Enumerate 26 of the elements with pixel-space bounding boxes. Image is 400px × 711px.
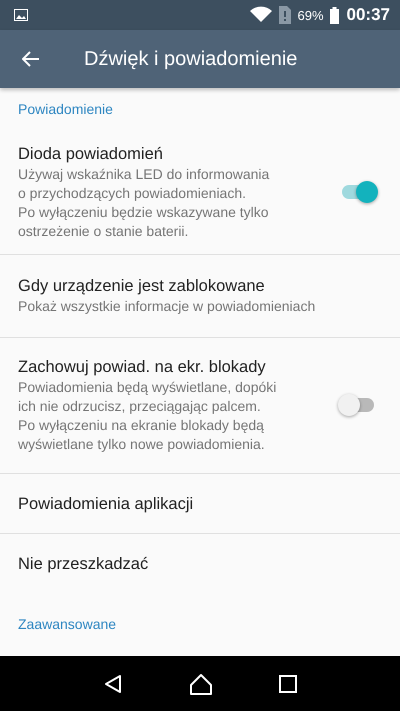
section-header: Powiadomienie [17, 100, 114, 119]
item-title: Gdy urządzenie jest zablokowane [18, 276, 265, 297]
battery-percent: 69% [297, 8, 324, 22]
wifi-icon [249, 6, 274, 24]
clock: 00:37 [346, 5, 390, 25]
item-summary: Pokaż wszystkie informacje w powiadomieniach [18, 297, 316, 316]
settings-item[interactable]: Gdy urządzenie jest zablokowane Pokaż wszystkie informacje w powiadomieniach [0, 255, 400, 338]
home-icon[interactable] [189, 672, 213, 694]
settings-item[interactable]: Dioda powiadomień Używaj wskaźnika LED do informowania o przychodzących powiadomieniach. Po wyłączeniu będzie wskazywane tylko ostrzeżenie o stanie baterii. [0, 130, 400, 255]
back-arrow-icon [22, 51, 40, 67]
settings-item[interactable]: Zachowuj powiad. na ekr. blokady Powiadomienia będą wyświetlane, dopóki ich nie odrzucisz, przeciągając palcem. Po wyłączeniu na ekranie blokady będą wyświetlane tylko nowe powiadomienia. [0, 338, 400, 474]
back-icon[interactable] [103, 674, 123, 694]
battery-icon [330, 6, 339, 24]
item-title: Nie przeszkadzać [18, 554, 148, 575]
sim-alert-icon [279, 6, 292, 24]
screen-title: Dźwięk i powiadomienie [84, 48, 298, 70]
settings-item[interactable]: Powiadomienia aplikacji [0, 474, 400, 534]
section-header: Zaawansowane [17, 615, 118, 634]
settings-item[interactable]: Nie przeszkadzać [0, 534, 400, 594]
image-icon [14, 9, 28, 21]
item-title: Zachowuj powiad. na ekr. blokady [18, 357, 266, 378]
item-title: Powiadomienia aplikacji [18, 494, 194, 514]
recents-icon[interactable] [279, 674, 297, 692]
item-summary: Używaj wskaźnika LED do informowania o przychodzących powiadomieniach. Po wyłączeniu będzie wskazywane tylko ostrzeżenie o stanie baterii. [18, 165, 270, 241]
item-summary: Powiadomienia będą wyświetlane, dopóki ich nie odrzucisz, przeciągając palcem. Po wyłączeniu na ekranie blokady będą wyświetlane tylko nowe powiadomienia. [18, 378, 276, 454]
item-title: Dioda powiadomień [18, 144, 163, 165]
